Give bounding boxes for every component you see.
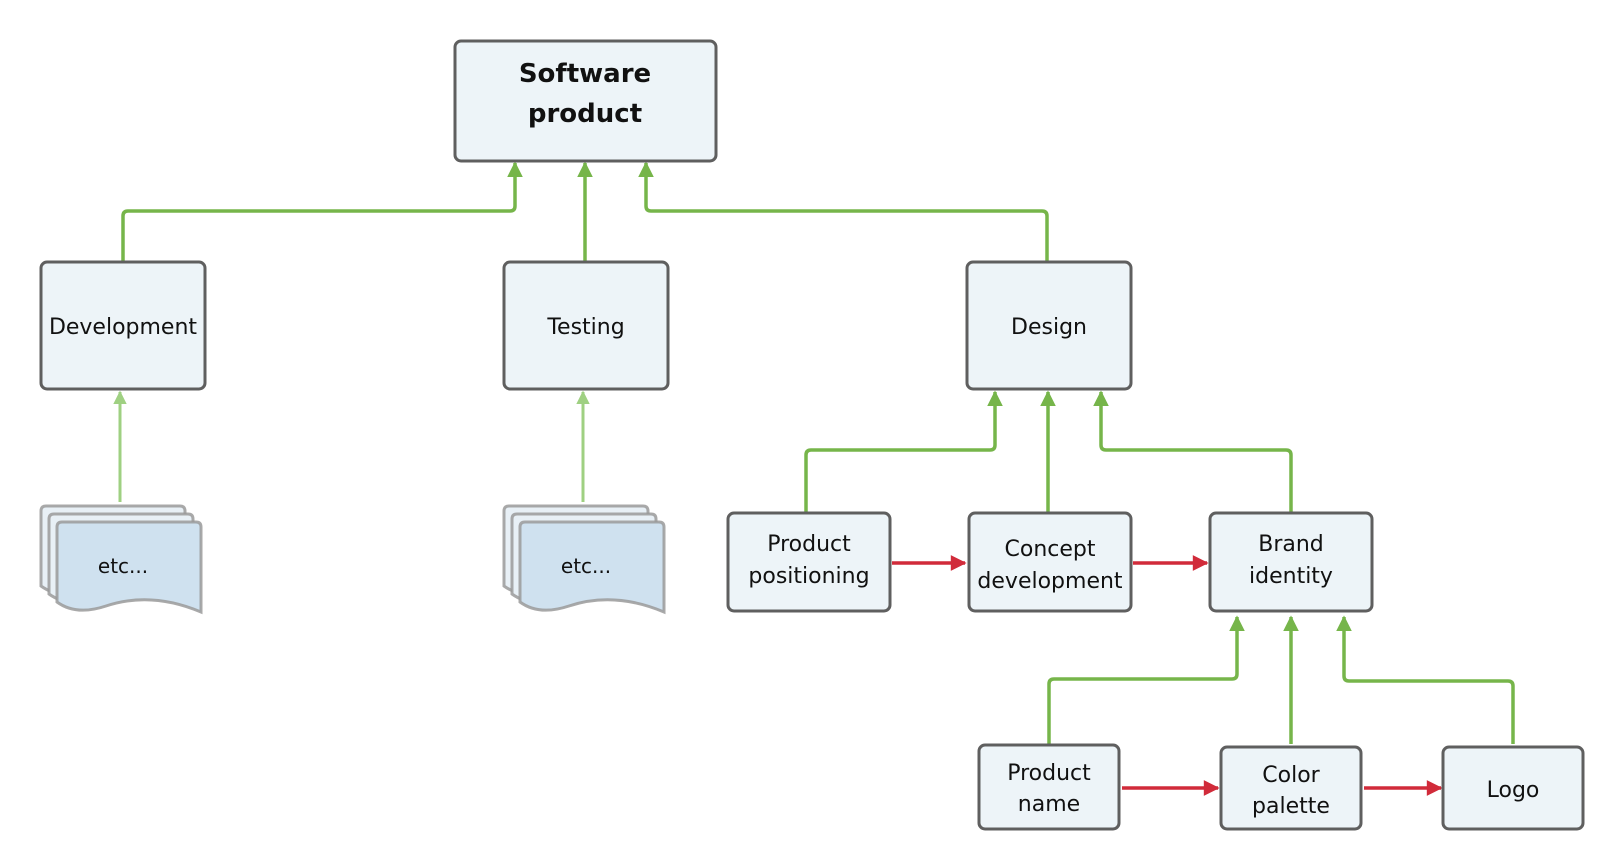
node-development-etc[interactable]: etc... bbox=[39, 504, 203, 615]
node-label-line: development bbox=[977, 569, 1123, 594]
node-label-line: Product bbox=[767, 532, 851, 557]
node-label-line: Development bbox=[49, 315, 197, 340]
node-label-line: Brand bbox=[1258, 532, 1324, 557]
node-product-positioning[interactable]: Product positioning bbox=[726, 511, 892, 613]
edge-brand-to-design bbox=[1093, 390, 1293, 512]
node-label-line: Design bbox=[1011, 315, 1087, 340]
node-development[interactable]: Development bbox=[39, 260, 207, 391]
node-label-line: product bbox=[528, 99, 642, 129]
node-label-line: palette bbox=[1252, 794, 1330, 819]
edges-layer bbox=[113, 161, 1515, 796]
node-color-palette[interactable]: Color palette bbox=[1219, 745, 1363, 831]
node-software-product[interactable]: Software product bbox=[453, 39, 718, 163]
node-label-line: Color bbox=[1262, 763, 1320, 788]
node-label-line: Software bbox=[519, 59, 651, 89]
node-brand-identity[interactable]: Brand identity bbox=[1208, 511, 1374, 613]
node-label-line: name bbox=[1018, 792, 1080, 817]
edge-logo-to-brand bbox=[1336, 615, 1515, 744]
node-label-line: positioning bbox=[748, 564, 869, 589]
diagram-canvas: Software product Development Testing Des… bbox=[39, 39, 1585, 831]
edge-productname-to-brand bbox=[1047, 615, 1245, 744]
edge-positioning-to-design bbox=[804, 390, 1003, 512]
node-product-name[interactable]: Product name bbox=[977, 743, 1121, 831]
node-label-line: etc... bbox=[98, 554, 148, 578]
node-logo[interactable]: Logo bbox=[1441, 745, 1585, 831]
node-testing[interactable]: Testing bbox=[502, 260, 670, 391]
node-design[interactable]: Design bbox=[965, 260, 1133, 391]
node-label-line: Logo bbox=[1487, 778, 1540, 803]
edge-design-to-root bbox=[638, 161, 1049, 262]
node-label-line: identity bbox=[1249, 564, 1333, 589]
node-label-line: etc... bbox=[561, 554, 611, 578]
node-label-line: Product bbox=[1007, 761, 1091, 786]
node-label-line: Concept bbox=[1005, 537, 1096, 562]
node-label-line: Testing bbox=[546, 315, 624, 340]
node-concept-development[interactable]: Concept development bbox=[967, 511, 1133, 613]
node-testing-etc[interactable]: etc... bbox=[502, 504, 666, 615]
edge-development-to-root bbox=[121, 161, 523, 262]
